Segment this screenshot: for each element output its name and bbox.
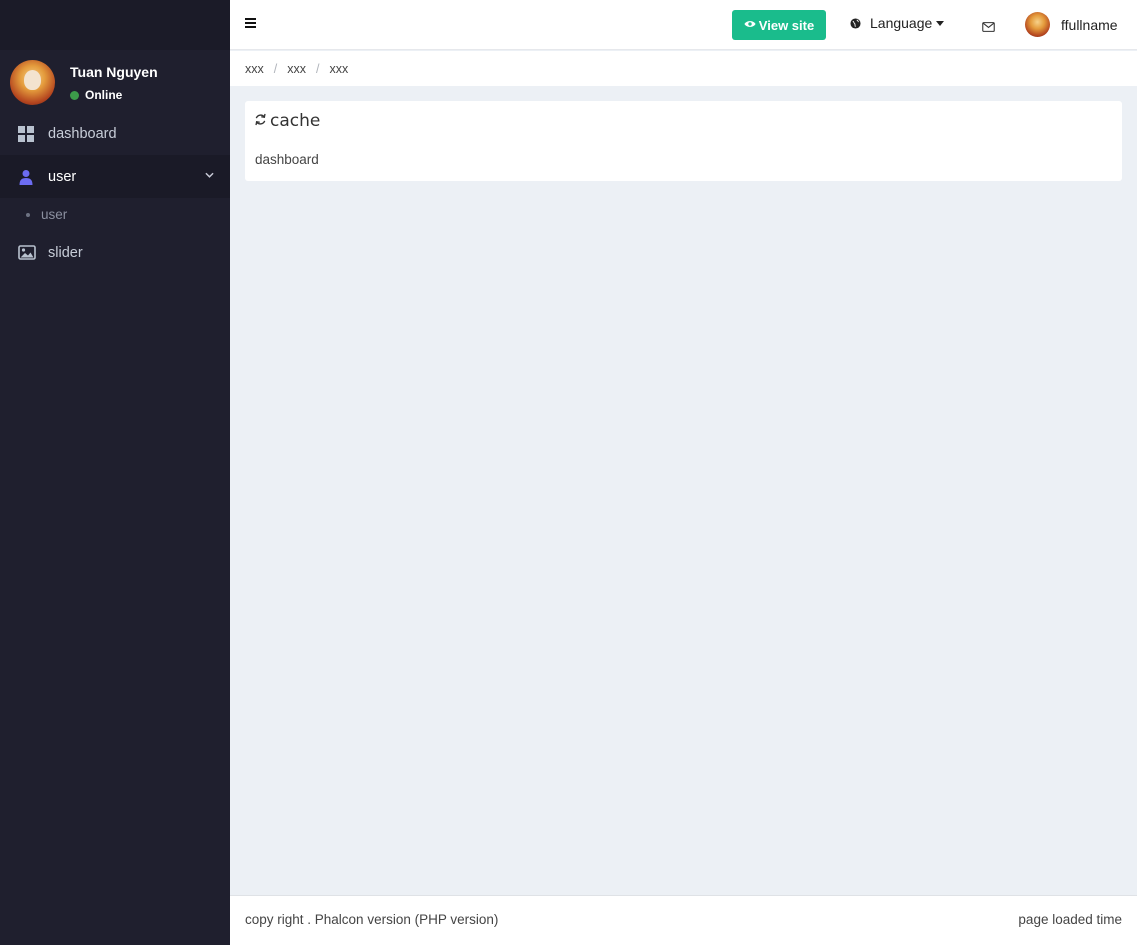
card-body-text: dashboard (255, 152, 319, 167)
status-label: Online (85, 88, 123, 102)
sidebar-subitem-label: user (41, 207, 68, 222)
menu-toggle-icon[interactable] (245, 18, 256, 28)
view-site-label: View site (758, 17, 815, 33)
sidebar-item-label: dashboard (48, 125, 117, 142)
sidebar-item-label: slider (48, 244, 83, 261)
user-status: Online (70, 88, 122, 102)
dashboard-grid-icon (18, 125, 34, 142)
refresh-icon (254, 113, 267, 130)
breadcrumb-separator: / (273, 61, 278, 76)
eye-icon (744, 19, 756, 31)
mail-icon[interactable] (982, 19, 995, 32)
header-user-name: ffullname (1061, 16, 1118, 33)
caret-down-icon (936, 18, 945, 28)
language-dropdown[interactable]: Language (850, 15, 945, 31)
sidebar: Tuan Nguyen Online dashboard user user s… (0, 0, 230, 945)
card-title[interactable]: cache (254, 111, 320, 131)
breadcrumb: xxx / xxx / xxx (230, 51, 1137, 86)
footer-copyright: copy right . Phalcon version (PHP versio… (245, 912, 499, 927)
card-title-label: cache (270, 111, 321, 131)
user-icon (18, 169, 34, 185)
avatar (1025, 12, 1050, 37)
online-dot-icon (70, 90, 79, 100)
language-label: Language (870, 15, 933, 31)
sidebar-subitem-user[interactable]: user (0, 198, 230, 231)
breadcrumb-separator: / (315, 61, 320, 76)
image-icon (18, 244, 36, 261)
sidebar-item-slider[interactable]: slider (0, 231, 230, 274)
user-panel: Tuan Nguyen Online (0, 50, 230, 112)
globe-icon (850, 17, 861, 29)
breadcrumb-item: xxx (329, 61, 349, 76)
bullet-icon (26, 212, 30, 217)
sidebar-item-dashboard[interactable]: dashboard (0, 112, 230, 155)
sidebar-item-user[interactable]: user (0, 155, 230, 198)
top-header: View site Language ffullname (230, 0, 1137, 50)
header-user-menu[interactable]: ffullname (1025, 12, 1118, 37)
breadcrumb-item[interactable]: xxx (245, 62, 264, 76)
chevron-down-icon[interactable] (205, 169, 214, 181)
avatar[interactable] (10, 60, 55, 105)
user-name: Tuan Nguyen (70, 64, 158, 80)
sidebar-item-label: user (48, 168, 77, 185)
breadcrumb-item[interactable]: xxx (287, 62, 306, 76)
cache-card: cache dashboard (245, 101, 1122, 181)
footer: copy right . Phalcon version (PHP versio… (230, 895, 1137, 945)
view-site-button[interactable]: View site (732, 10, 826, 40)
footer-load-time: page loaded time (1018, 912, 1122, 927)
sidebar-logo-area (0, 0, 230, 50)
